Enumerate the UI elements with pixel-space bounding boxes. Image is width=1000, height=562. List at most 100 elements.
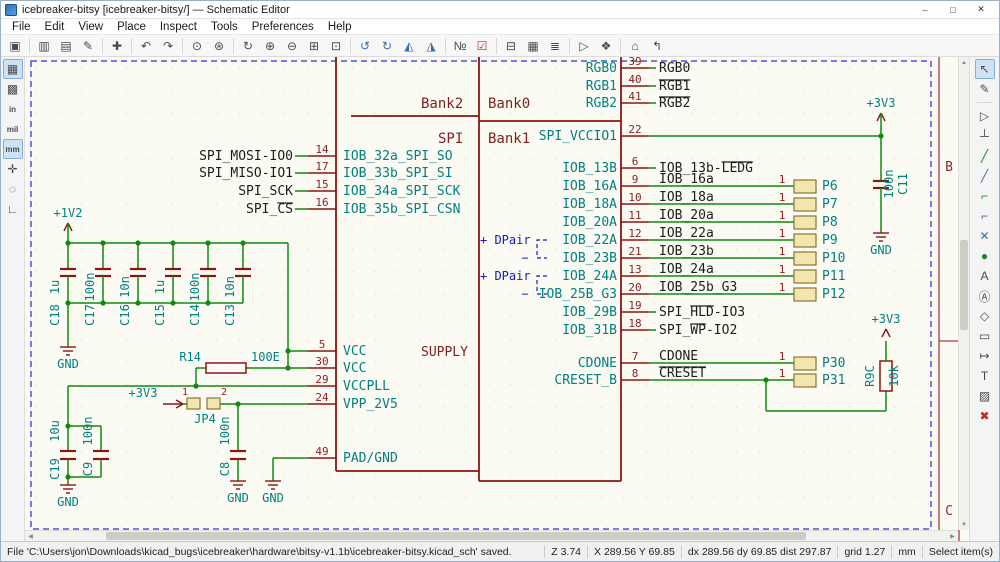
cap-ref[interactable]: C15 [153,304,167,326]
hier-label[interactable]: SPI_CS [246,202,293,217]
hier-label[interactable]: SPI_SCK [238,184,293,199]
redo-button[interactable]: ↷ [158,36,178,56]
menu-inspect[interactable]: Inspect [153,21,204,33]
horizontal-scrollbar[interactable]: ◀ ▶ [25,530,958,541]
pin-name[interactable]: IOB_23B [562,251,617,266]
pin-number[interactable]: 5 [319,338,326,351]
scroll-right-arrow[interactable]: ▶ [947,531,958,541]
power-label[interactable]: +3V3 [867,96,896,110]
gnd-label[interactable]: GND [227,491,249,505]
power-symbol[interactable] [886,329,890,337]
menu-place[interactable]: Place [110,21,153,33]
resistor-ref[interactable]: R9C [863,365,877,387]
bus-entry-tool[interactable]: ⌐ [975,206,995,226]
menu-view[interactable]: View [71,21,110,33]
pin-number[interactable]: 1 [779,245,786,258]
bom-button[interactable]: ≣ [545,36,565,56]
pin-name[interactable]: IOB_24A [562,269,617,284]
zoom-fit-button[interactable]: ⊞ [304,36,324,56]
assign-footprints-button[interactable]: ⊟ [501,36,521,56]
add-symbol-tool[interactable]: ▷ [975,106,995,126]
junction-dot[interactable] [65,474,70,479]
pin-number[interactable]: 39 [628,57,641,68]
power-label[interactable]: +3V3 [129,386,158,400]
image-tool[interactable]: ▨ [975,386,995,406]
mirror-h-button[interactable]: ◮ [421,36,441,56]
pin-number[interactable]: 1 [779,227,786,240]
hv-lines-button[interactable]: ∟ [3,199,23,219]
pin-name[interactable]: IOB_32a_SPI_SO [343,149,453,164]
cap-value[interactable]: 100n [882,170,896,199]
pin-name[interactable]: IOB_20A [562,215,617,230]
paste-button[interactable]: ✚ [107,36,127,56]
connector-label[interactable]: P31 [822,373,845,388]
pin-number[interactable]: 21 [628,245,641,258]
pin-name[interactable]: RGB2 [586,96,617,111]
pin-name[interactable]: CRESET_B [554,373,617,388]
rotate-cw-button[interactable]: ↻ [377,36,397,56]
zoom-in-button[interactable]: ⊕ [260,36,280,56]
zoom-selection-button[interactable]: ⊡ [326,36,346,56]
menu-preferences[interactable]: Preferences [245,21,321,33]
erc-button[interactable]: ☑ [472,36,492,56]
net-label[interactable]: SPI_HLD-IO3 [659,305,745,320]
pin-number[interactable]: 49 [315,445,328,458]
hier-sheet-tool[interactable]: ▭ [975,326,995,346]
maximize-button[interactable]: □ [939,2,967,18]
junction-dot[interactable] [170,240,175,245]
cap-ref[interactable]: C17 [83,304,97,326]
pin-number[interactable]: 14 [315,143,329,156]
pin-number[interactable]: 19 [628,299,641,312]
wire-entry-tool[interactable]: ⌐ [975,186,995,206]
supply-header[interactable]: SUPPLY [421,345,468,360]
resistor-ref[interactable]: R14 [179,350,201,364]
jumper-pad[interactable] [187,398,200,409]
pin-number[interactable]: 17 [315,160,328,173]
hierarchy-navigator-button[interactable]: ⌂ [625,36,645,56]
dpair-minus-label[interactable]: − [521,287,528,301]
undo-button[interactable]: ↶ [136,36,156,56]
cap-value[interactable]: 100n [218,417,232,446]
menu-tools[interactable]: Tools [204,21,245,33]
connector-pad[interactable] [794,180,816,193]
sheet-pin-tool[interactable]: ↦ [975,346,995,366]
connector-pad[interactable] [794,357,816,370]
pin-number[interactable]: 1 [779,173,786,186]
gnd-label[interactable]: GND [262,491,284,505]
text-tool[interactable]: T [975,366,995,386]
pin-name[interactable]: CDONE [578,356,617,371]
junction-dot[interactable] [285,365,290,370]
junction-dot[interactable] [205,240,210,245]
cap-value[interactable]: 1u [48,280,62,294]
junction-dot[interactable] [100,240,105,245]
net-label[interactable]: CRESET [659,366,706,381]
pin-number[interactable]: 1 [779,281,786,294]
connector-label[interactable]: P8 [822,215,838,230]
jumper-ref[interactable]: JP4 [194,412,216,426]
pin-name[interactable]: RGB1 [586,79,617,94]
net-label[interactable]: CDONE [659,349,698,364]
select-tool[interactable]: ↖ [975,59,995,79]
cap-ref[interactable]: C14 [188,304,202,326]
pin-number[interactable]: 22 [628,123,641,136]
pin-number[interactable]: 1 [779,367,786,380]
find-replace-button[interactable]: ⊛ [209,36,229,56]
pin-name[interactable]: IOB_18A [562,197,617,212]
hier-label[interactable]: SPI_MISO-IO1 [199,166,293,181]
power-label[interactable]: +3V3 [872,312,901,326]
pin-number[interactable]: 6 [632,155,639,168]
pin-number[interactable]: 1 [779,350,786,363]
add-wire-tool[interactable]: ╱ [975,146,995,166]
net-label[interactable]: RGB0 [659,61,690,76]
connector-label[interactable]: P12 [822,287,845,302]
pin-name[interactable]: IOB_25B_G3 [539,287,617,302]
net-label[interactable]: IOB_18a [659,190,714,205]
power-symbol[interactable] [882,329,886,337]
refresh-button[interactable]: ↻ [238,36,258,56]
vertical-scrollbar[interactable]: ▲ ▼ [958,57,969,530]
cursor-shape-button[interactable]: ✛ [3,159,23,179]
resistor-value[interactable]: 10k [887,364,901,386]
save-button[interactable]: ▣ [5,36,25,56]
junction-dot[interactable] [65,240,70,245]
net-label[interactable]: RGB2 [659,96,690,111]
